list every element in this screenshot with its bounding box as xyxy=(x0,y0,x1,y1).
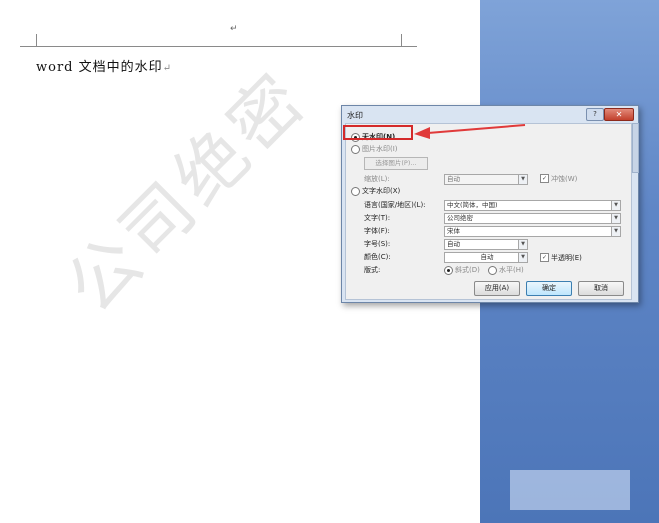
semitransparent-checkbox[interactable]: ✓ xyxy=(540,253,549,262)
horizontal-label[interactable]: 水平(H) xyxy=(499,265,524,275)
language-value: 中文(简体，中国) xyxy=(447,201,498,209)
blurred-logo xyxy=(510,470,630,510)
header-tick-right xyxy=(401,46,417,47)
scale-value: 自动 xyxy=(447,175,460,183)
watermark-text: 公司绝密 xyxy=(50,55,324,329)
close-icon[interactable]: ✕ xyxy=(604,108,634,121)
size-select[interactable]: 自动 ▼ xyxy=(444,239,528,250)
dialog-scrollbar[interactable] xyxy=(632,123,639,173)
washout-label[interactable]: 冲蚀(W) xyxy=(551,174,577,184)
cancel-button[interactable]: 取消 xyxy=(578,281,624,296)
highlight-box xyxy=(343,125,413,140)
diagonal-label[interactable]: 斜式(D) xyxy=(455,265,480,275)
chevron-down-icon: ▼ xyxy=(518,240,527,249)
semitransparent-label[interactable]: 半透明(E) xyxy=(551,253,582,263)
chevron-down-icon: ▼ xyxy=(611,227,620,236)
scale-select[interactable]: 自动 ▼ xyxy=(444,174,528,185)
picture-watermark-radio[interactable] xyxy=(351,145,360,154)
header-margin-line xyxy=(36,46,402,47)
ok-button[interactable]: 确定 xyxy=(526,281,572,296)
scale-label: 缩放(L): xyxy=(364,175,390,183)
font-select[interactable]: 宋体 ▼ xyxy=(444,226,621,237)
chevron-down-icon: ▼ xyxy=(518,175,527,184)
document-text[interactable]: word 文档中的水印 xyxy=(36,60,163,75)
chevron-down-icon: ▼ xyxy=(611,214,620,223)
color-select[interactable]: 自动 ▼ xyxy=(444,252,528,263)
diagonal-radio[interactable] xyxy=(444,266,453,275)
text-value: 公司绝密 xyxy=(447,214,473,222)
select-picture-button[interactable]: 选择图片(P)... xyxy=(364,157,428,170)
font-value: 宋体 xyxy=(447,227,460,235)
font-label: 字体(F): xyxy=(364,227,390,235)
text-select[interactable]: 公司绝密 ▼ xyxy=(444,213,621,224)
apply-button[interactable]: 应用(A) xyxy=(474,281,520,296)
text-label: 文字(T): xyxy=(364,214,391,222)
language-label: 语言(国家/地区)(L): xyxy=(364,201,426,209)
color-label: 颜色(C): xyxy=(364,253,391,261)
document-body-text[interactable]: word 文档中的水印↵ xyxy=(36,56,172,75)
chevron-down-icon: ▼ xyxy=(518,253,527,262)
text-watermark-label[interactable]: 文字水印(X) xyxy=(362,186,400,196)
horizontal-radio[interactable] xyxy=(488,266,497,275)
dialog-body: 无水印(N) 图片水印(I) 选择图片(P)... 缩放(L): 自动 ▼ ✓ … xyxy=(345,123,632,300)
picture-watermark-label[interactable]: 图片水印(I) xyxy=(362,144,398,154)
language-select[interactable]: 中文(简体，中国) ▼ xyxy=(444,200,621,211)
paragraph-mark: ↵ xyxy=(162,63,173,74)
dialog-title: 水印 xyxy=(347,111,363,120)
text-watermark-radio[interactable] xyxy=(351,187,360,196)
washout-checkbox[interactable]: ✓ xyxy=(540,174,549,183)
color-value: 自动 xyxy=(480,253,494,261)
size-value: 自动 xyxy=(447,240,460,248)
arrow-left-icon xyxy=(414,124,526,139)
header-paragraph-mark: ↵ xyxy=(230,24,238,34)
chevron-down-icon: ▼ xyxy=(611,201,620,210)
size-label: 字号(S): xyxy=(364,240,391,248)
header-corner-left xyxy=(36,34,37,47)
help-icon[interactable]: ? xyxy=(586,108,604,121)
layout-label: 版式: xyxy=(364,266,381,274)
header-tick-left xyxy=(20,46,36,47)
